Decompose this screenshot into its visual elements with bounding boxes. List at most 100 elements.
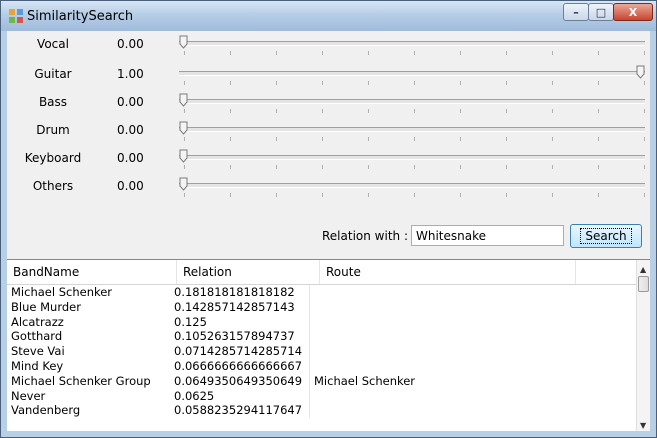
- vertical-scrollbar[interactable]: ▲ ▼: [636, 260, 650, 431]
- slider-tick: [460, 165, 461, 169]
- scrollbar-thumb[interactable]: [638, 276, 649, 292]
- slider-thumb[interactable]: [179, 93, 188, 107]
- slider-tick: [276, 109, 277, 113]
- slider-tick: [230, 193, 231, 197]
- cell-relation: 0.105263157894737: [170, 329, 310, 345]
- slider-tick: [506, 51, 507, 55]
- slider-label: Drum: [36, 123, 70, 137]
- cell-relation: 0.0649350649350649: [170, 373, 310, 389]
- slider-tick: [460, 137, 461, 141]
- table-row[interactable]: Mind Key 0.0666666666666667: [7, 358, 636, 374]
- slider-track[interactable]: [179, 127, 645, 132]
- slider-tick: [322, 137, 323, 141]
- slider-label: Vocal: [37, 37, 69, 51]
- column-header-route[interactable]: Route: [320, 260, 576, 284]
- table-row[interactable]: Never 0.0625: [7, 388, 636, 404]
- slider-thumb[interactable]: [179, 177, 188, 191]
- close-icon: X: [628, 5, 638, 19]
- cell-route: [310, 389, 510, 404]
- slider-tick: [598, 193, 599, 197]
- maximize-button[interactable]: □: [588, 3, 614, 21]
- table-row[interactable]: Vandenberg 0.0588235294117647: [7, 403, 636, 419]
- slider-tick: [368, 81, 369, 85]
- search-button[interactable]: Search: [570, 224, 642, 248]
- title-bar[interactable]: SimilaritySearch – □ X: [1, 1, 656, 31]
- slider-thumb[interactable]: [179, 121, 188, 135]
- cell-bandname: Never: [11, 388, 46, 403]
- table-row[interactable]: Michael Schenker Group 0.0649350649350649…: [7, 373, 636, 389]
- slider-row-bass: Bass 0.00: [7, 89, 650, 117]
- slider-ticks: [184, 137, 645, 142]
- slider-thumb[interactable]: [179, 35, 188, 49]
- app-window: SimilaritySearch – □ X Vocal 0.00 Guitar 1.…: [0, 0, 657, 438]
- maximize-icon: □: [595, 5, 607, 19]
- slider-value: 0.00: [117, 37, 144, 51]
- column-header-filler: [576, 260, 636, 284]
- slider-value: 0.00: [117, 179, 144, 193]
- cell-route: [310, 285, 510, 300]
- cell-bandname: Alcatrazz: [11, 314, 64, 329]
- slider-tick: [644, 137, 645, 141]
- table-row[interactable]: Blue Murder 0.142857142857143: [7, 299, 636, 315]
- slider-track[interactable]: [179, 71, 645, 76]
- slider-tick: [322, 51, 323, 55]
- table-row[interactable]: Gotthard 0.105263157894737: [7, 329, 636, 345]
- scroll-up-icon[interactable]: ▲: [640, 265, 646, 274]
- slider-tick: [552, 109, 553, 113]
- slider-track[interactable]: [179, 155, 645, 160]
- relation-input[interactable]: [411, 225, 564, 246]
- table-row[interactable]: Michael Schenker 0.181818181818182: [7, 285, 636, 300]
- slider-tick: [230, 81, 231, 85]
- slider-tick: [230, 51, 231, 55]
- table-row[interactable]: Steve Vai 0.0714285714285714: [7, 344, 636, 359]
- slider-row-drum: Drum 0.00: [7, 117, 650, 145]
- slider-tick: [368, 165, 369, 169]
- slider-tick: [414, 51, 415, 55]
- slider-tick: [552, 137, 553, 141]
- slider-tick: [276, 193, 277, 197]
- minimize-button[interactable]: –: [563, 3, 589, 21]
- cell-relation: 0.125: [170, 314, 310, 330]
- cell-route: Michael Schenker: [314, 373, 416, 388]
- slider-row-guitar: Guitar 1.00: [7, 61, 650, 89]
- column-header-bandname[interactable]: BandName: [7, 260, 177, 284]
- cell-bandname: Steve Vai: [11, 344, 65, 359]
- slider-thumb[interactable]: [179, 149, 188, 163]
- grid-body: Michael Schenker 0.181818181818182 Blue Mu…: [7, 285, 636, 419]
- cell-route: [310, 344, 510, 359]
- slider-track[interactable]: [179, 183, 645, 188]
- slider-thumb[interactable]: [636, 65, 645, 79]
- slider-tick: [644, 193, 645, 197]
- slider-tick: [230, 165, 231, 169]
- slider-tick: [322, 109, 323, 113]
- results-grid[interactable]: BandName Relation Route Michael Schenker…: [7, 259, 650, 431]
- slider-tick: [460, 193, 461, 197]
- close-button[interactable]: X: [613, 3, 653, 21]
- cell-route: [310, 300, 510, 315]
- scroll-down-icon[interactable]: ▼: [640, 421, 646, 430]
- slider-tick: [368, 51, 369, 55]
- cell-relation: 0.142857142857143: [170, 299, 310, 315]
- slider-track[interactable]: [179, 99, 645, 104]
- column-header-relation[interactable]: Relation: [177, 260, 320, 284]
- slider-tick: [460, 109, 461, 113]
- slider-tick: [368, 137, 369, 141]
- slider-tick: [184, 165, 185, 169]
- slider-label: Bass: [38, 95, 68, 109]
- slider-tick: [414, 109, 415, 113]
- slider-tick: [506, 165, 507, 169]
- cell-relation: 0.0666666666666667: [170, 358, 310, 374]
- slider-ticks: [184, 165, 645, 170]
- cell-bandname: Michael Schenker: [11, 285, 113, 299]
- slider-value: 0.00: [117, 151, 144, 165]
- slider-track[interactable]: [179, 41, 645, 46]
- slider-tick: [368, 109, 369, 113]
- cell-bandname: Vandenberg: [11, 403, 81, 418]
- slider-tick: [506, 193, 507, 197]
- cell-bandname: Gotthard: [11, 329, 63, 344]
- app-icon: [9, 9, 23, 23]
- table-row[interactable]: Alcatrazz 0.125: [7, 314, 636, 330]
- slider-tick: [414, 81, 415, 85]
- slider-tick: [322, 193, 323, 197]
- slider-tick: [230, 137, 231, 141]
